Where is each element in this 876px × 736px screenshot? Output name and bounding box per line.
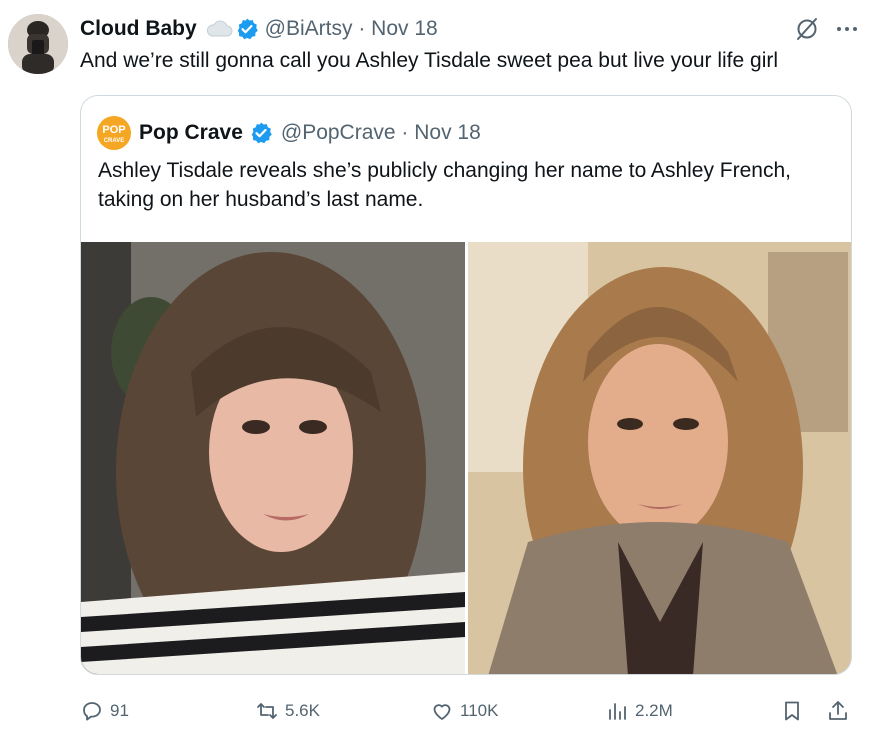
- like-icon: [433, 704, 451, 720]
- action-bar: 91 5.6K 110K 2.2M: [80, 696, 856, 726]
- pop-crave-logo[interactable]: POP CRAVE: [97, 116, 131, 150]
- quoted-header: POP CRAVE Pop Crave @PopCrave · Nov 18: [97, 116, 481, 150]
- photo-right[interactable]: [468, 242, 851, 674]
- repost-count: 5.6K: [285, 701, 320, 720]
- author-name[interactable]: Cloud Baby: [80, 17, 197, 41]
- more-icon[interactable]: [834, 16, 860, 42]
- share-icon: [829, 701, 847, 720]
- reply-count: 91: [110, 701, 129, 720]
- verified-badge-icon: [251, 122, 272, 144]
- tweet-header: Cloud Baby @BiArtsy · Nov 18: [80, 15, 860, 43]
- quoted-tweet[interactable]: POP CRAVE Pop Crave @PopCrave · Nov 18 A…: [80, 95, 852, 675]
- views-button[interactable]: 2.2M: [605, 696, 673, 726]
- svg-text:POP: POP: [102, 124, 125, 136]
- photo-left[interactable]: [81, 242, 465, 674]
- svg-text:CRAVE: CRAVE: [104, 138, 125, 144]
- reply-icon: [83, 702, 101, 721]
- quoted-text: Ashley Tisdale reveals she’s publicly ch…: [98, 159, 791, 211]
- views-icon: [609, 703, 626, 720]
- reply-button[interactable]: 91: [80, 696, 129, 726]
- grok-icon[interactable]: [794, 16, 820, 42]
- author-avatar[interactable]: [8, 14, 68, 74]
- quoted-handle-date[interactable]: @PopCrave · Nov 18: [281, 121, 481, 145]
- quoted-name[interactable]: Pop Crave: [139, 121, 243, 145]
- cloud-icon: [206, 20, 233, 37]
- repost-icon: [257, 703, 277, 719]
- verified-badge-icon: [237, 18, 258, 40]
- views-count: 2.2M: [635, 701, 673, 720]
- tweet-text: And we’re still gonna call you Ashley Ti…: [80, 49, 779, 72]
- like-button[interactable]: 110K: [430, 696, 498, 726]
- bookmark-icon: [785, 701, 799, 721]
- repost-button[interactable]: 5.6K: [255, 696, 320, 726]
- like-count: 110K: [460, 701, 499, 720]
- bookmark-button[interactable]: [780, 696, 804, 726]
- share-button[interactable]: [826, 696, 850, 726]
- author-handle-date[interactable]: @BiArtsy · Nov 18: [265, 17, 438, 41]
